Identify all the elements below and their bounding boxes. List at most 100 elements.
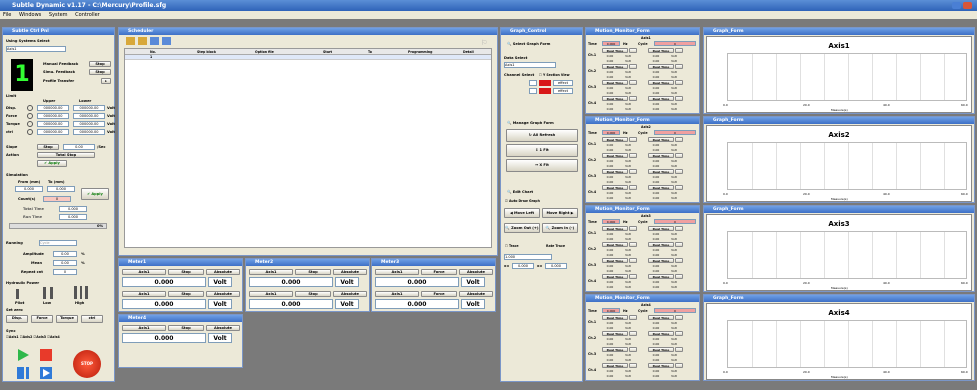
zoom-out-button[interactable]: 🔍 Zoom Out (+) — [504, 223, 540, 233]
limit-upper-input[interactable]: 000000.00 — [37, 121, 69, 127]
count-input[interactable]: 0 — [43, 196, 71, 202]
limit-lower-input[interactable]: 000000.00 — [73, 113, 105, 119]
real-time-button[interactable]: Real Time — [602, 169, 628, 174]
spin-icon[interactable] — [629, 363, 637, 368]
section-view-checkbox[interactable]: ☐ Y Section View — [539, 73, 570, 77]
low-icon[interactable] — [43, 287, 53, 299]
slope-input[interactable]: 0.00 — [63, 144, 95, 150]
meter-abs-button[interactable]: Absolute — [206, 325, 240, 331]
pilot-icon[interactable] — [16, 289, 19, 299]
real-time-button[interactable]: Real Time — [602, 363, 628, 368]
limit-toggle-icon[interactable] — [27, 129, 33, 135]
table-row[interactable]: 1 — [125, 55, 491, 60]
spin-icon[interactable] — [675, 169, 683, 174]
amplitude-input[interactable]: 0.00 — [53, 251, 77, 257]
delete-icon[interactable] — [162, 37, 171, 45]
effect-select-2[interactable]: effect — [553, 88, 573, 94]
spin-icon[interactable] — [675, 242, 683, 247]
schedule-table[interactable]: No. Step block Option file Start To Prog… — [124, 48, 492, 248]
meter-abs-button[interactable]: Absolute — [206, 291, 240, 297]
repeat-input[interactable]: 0 — [53, 269, 77, 275]
apply-sim-button[interactable]: ✔ Apply — [81, 188, 109, 200]
meter-mode-select[interactable]: Force — [421, 291, 457, 297]
limit-upper-input[interactable]: 000000.00 — [37, 129, 69, 135]
x-fit-button[interactable]: ↔ X Fit — [506, 159, 578, 172]
spin-icon[interactable] — [675, 48, 683, 53]
real-time-button[interactable]: Real Time — [602, 80, 628, 85]
zero-torque-button[interactable]: Torque — [56, 315, 78, 323]
zoom-in-button[interactable]: 🔍 Zoom In (-) — [542, 223, 578, 233]
meter-abs-button[interactable]: Absolute — [206, 269, 240, 275]
spin-icon[interactable] — [629, 80, 637, 85]
spin-icon[interactable] — [675, 64, 683, 69]
real-time-button[interactable]: Real Time — [648, 226, 674, 231]
spin-icon[interactable] — [675, 258, 683, 263]
real-time-button[interactable]: Real Time — [648, 169, 674, 174]
meter-abs-button[interactable]: Absolute — [459, 269, 493, 275]
sync-options[interactable]: ☑Axis1 ☑Axis2 ☑Axis3 ☑Axis4 — [6, 335, 60, 339]
spin-icon[interactable] — [629, 315, 637, 320]
limit-toggle-icon[interactable] — [27, 113, 33, 119]
meter-axis-select[interactable]: Axis1 — [122, 291, 166, 297]
real-time-button[interactable]: Real Time — [602, 347, 628, 352]
real-time-button[interactable]: Real Time — [648, 331, 674, 336]
spin-icon[interactable] — [675, 363, 683, 368]
color-swatch-2[interactable] — [539, 88, 551, 94]
channel-spin-1[interactable] — [529, 80, 537, 86]
real-time-button[interactable]: Real Time — [602, 315, 628, 320]
spin-icon[interactable] — [629, 169, 637, 174]
spin-icon[interactable] — [675, 274, 683, 279]
graph-area[interactable]: Axis3 0.0 20.0 40.0 60.0 Measure(s) — [706, 214, 972, 291]
real-time-button[interactable]: Real Time — [602, 331, 628, 336]
limit-upper-input[interactable]: 000000.00 — [37, 105, 69, 111]
meter-axis-select[interactable]: Axis1 — [249, 269, 293, 275]
spin-icon[interactable] — [675, 185, 683, 190]
zero-ctrl-button[interactable]: ctrl — [81, 315, 103, 323]
system-select[interactable]: Axis1 — [6, 46, 66, 52]
meter-mode-select[interactable]: Stop — [168, 269, 204, 275]
channel-spin-2[interactable] — [529, 88, 537, 94]
meter-axis-select[interactable]: Axis1 — [122, 325, 166, 331]
real-time-button[interactable]: Real Time — [602, 185, 628, 190]
action-select[interactable]: Total Stop — [37, 152, 95, 158]
spin-icon[interactable] — [629, 96, 637, 101]
real-time-button[interactable]: Real Time — [648, 274, 674, 279]
meter-mode-select[interactable]: Stop — [168, 325, 204, 331]
running-select[interactable]: Cycle — [39, 240, 77, 246]
meter-abs-button[interactable]: Absolute — [459, 291, 493, 297]
spin-icon[interactable] — [675, 96, 683, 101]
close-icon[interactable] — [963, 2, 972, 9]
spin-icon[interactable] — [675, 153, 683, 158]
spin-icon[interactable] — [675, 331, 683, 336]
to-input[interactable]: 0.000 — [47, 186, 75, 192]
trace-select[interactable]: 1.000 — [504, 254, 552, 260]
graph-area[interactable]: Axis2 0.0 20.0 40.0 60.0 Measure(s) — [706, 125, 972, 202]
record-icon[interactable] — [40, 349, 52, 361]
real-time-button[interactable]: Real Time — [648, 315, 674, 320]
spin-icon[interactable] — [675, 226, 683, 231]
spin-icon[interactable] — [629, 153, 637, 158]
trace-checkbox[interactable]: ☐ Trace — [505, 244, 519, 248]
color-swatch-1[interactable] — [539, 80, 551, 86]
spin-icon[interactable] — [629, 258, 637, 263]
real-time-button[interactable]: Real Time — [648, 137, 674, 142]
real-time-button[interactable]: Real Time — [602, 96, 628, 101]
real-time-button[interactable]: Real Time — [602, 274, 628, 279]
zero-disp-button[interactable]: Disp. — [6, 315, 28, 323]
limit-toggle-icon[interactable] — [27, 121, 33, 127]
high-icon[interactable] — [74, 286, 88, 299]
meter-axis-select[interactable]: Axis1 — [122, 269, 166, 275]
all-refresh-button[interactable]: ↻ All Refresh — [506, 129, 578, 142]
move-left-button[interactable]: ◀ Move Left — [504, 208, 540, 218]
play-icon[interactable] — [18, 349, 29, 361]
real-time-button[interactable]: Real Time — [648, 153, 674, 158]
spin-icon[interactable] — [629, 331, 637, 336]
move-right-button[interactable]: Move Right ▶ — [542, 208, 578, 218]
limit-toggle-icon[interactable] — [27, 105, 33, 111]
spin-icon[interactable] — [629, 347, 637, 352]
menu-controller[interactable]: Controller — [75, 12, 100, 18]
mean-input[interactable]: 0.00 — [53, 260, 77, 266]
real-time-button[interactable]: Real Time — [602, 242, 628, 247]
real-time-button[interactable]: Real Time — [602, 64, 628, 69]
meter-axis-select[interactable]: Axis1 — [375, 269, 419, 275]
